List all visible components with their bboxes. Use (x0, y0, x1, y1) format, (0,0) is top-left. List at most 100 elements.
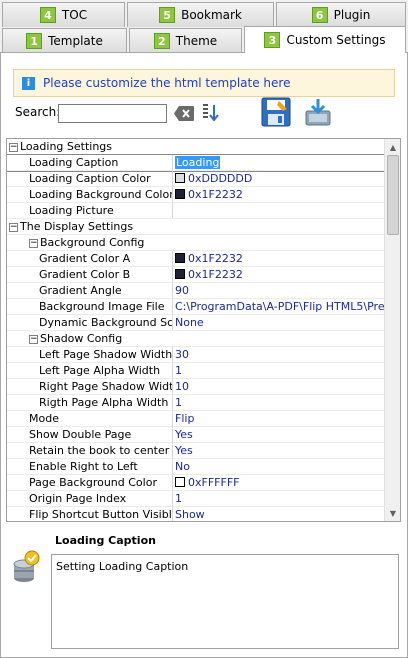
search-input[interactable] (58, 104, 167, 123)
collapse-icon[interactable]: − (29, 334, 38, 344)
property-category-row[interactable]: − Background Config (7, 235, 385, 251)
property-value-text: Show (175, 508, 205, 521)
property-value[interactable]: 0xDDDDDD (173, 171, 385, 187)
notice-text: Please customize the html template here (43, 76, 291, 90)
property-row[interactable]: Enable Right to Left No (7, 459, 385, 475)
property-name: − The Display Settings (7, 219, 385, 235)
property-value[interactable]: No (173, 459, 385, 475)
property-row[interactable]: Gradient Color A 0x1F2232 (7, 251, 385, 267)
property-row[interactable]: Gradient Color B 0x1F2232 (7, 267, 385, 283)
property-value[interactable]: Loading (173, 155, 385, 171)
property-row[interactable]: Mode Flip (7, 411, 385, 427)
property-name: Mode (7, 411, 173, 427)
color-swatch[interactable] (175, 173, 185, 183)
property-category-row[interactable]: − Shadow Config (7, 331, 385, 347)
color-swatch[interactable] (175, 189, 185, 199)
property-row[interactable]: Origin Page Index 1 (7, 491, 385, 507)
info-icon: i (22, 76, 35, 90)
sort-button[interactable] (201, 102, 221, 124)
property-row[interactable]: Show Double Page Yes (7, 427, 385, 443)
tab-bookmark[interactable]: 5 Bookmark (127, 2, 274, 27)
property-row[interactable]: Dynamic Background SceneNone (7, 315, 385, 331)
property-value[interactable]: C:\ProgramData\A-PDF\Flip HTML5\Previ... (173, 299, 385, 315)
property-value[interactable]: Yes (173, 443, 385, 459)
property-row[interactable]: Page Background Color 0xFFFFFF (7, 475, 385, 491)
property-row[interactable]: Loading Caption Color 0xDDDDDD (7, 171, 385, 187)
property-value-text: None (175, 316, 204, 329)
property-value[interactable]: 10 (173, 379, 385, 395)
property-label: Loading Background Color (29, 188, 173, 201)
property-name: Flip Shortcut Button Visible (7, 507, 173, 521)
property-row[interactable]: Rigth Page Alpha Width 1 (7, 395, 385, 411)
color-swatch[interactable] (175, 253, 185, 263)
sort-icon (203, 104, 219, 122)
property-value[interactable]: Show (173, 507, 385, 521)
property-label: Dynamic Background Scene (39, 316, 173, 329)
tab-template[interactable]: 1 Template (2, 28, 127, 53)
color-swatch[interactable] (175, 269, 185, 279)
property-label: Loading Caption Color (29, 172, 151, 185)
property-row[interactable]: Loading Picture (7, 203, 385, 219)
clear-search-button[interactable] (173, 105, 195, 122)
property-value[interactable]: 0x1F2232 (173, 267, 385, 283)
tab-label: Bookmark (181, 8, 242, 22)
property-name: Background Image File (7, 299, 173, 315)
property-value[interactable]: 0xFFFFFF (173, 475, 385, 491)
property-name: − Shadow Config (7, 331, 385, 347)
property-value[interactable]: 0x1F2232 (173, 187, 385, 203)
property-value[interactable] (173, 203, 385, 219)
property-grid[interactable]: − Loading Settings Loading Caption Loading L… (6, 138, 401, 522)
tab-number-badge: 4 (39, 7, 56, 23)
color-swatch[interactable] (175, 477, 185, 487)
property-name: Left Page Alpha Width (7, 363, 173, 379)
save-settings-button[interactable] (261, 97, 291, 127)
property-row[interactable]: Loading Background Color 0x1F2232 (7, 187, 385, 203)
collapse-icon[interactable]: − (9, 142, 18, 152)
property-value[interactable]: Flip (173, 411, 385, 427)
tab-label: Custom Settings (286, 33, 386, 47)
tab-label: Plugin (333, 8, 371, 22)
tab-label: Template (48, 34, 103, 48)
property-row[interactable]: Right Page Shadow Width 10 (7, 379, 385, 395)
property-value[interactable]: 90 (173, 283, 385, 299)
scroll-down-arrow-icon[interactable]: ▼ (385, 505, 400, 521)
tab-plugin[interactable]: 6 Plugin (276, 2, 406, 27)
collapse-icon[interactable]: − (9, 222, 18, 232)
property-value-text: 10 (175, 380, 189, 393)
property-row[interactable]: Retain the book to center Yes (7, 443, 385, 459)
scroll-thumb[interactable] (387, 155, 399, 235)
tab-number-badge: 2 (153, 33, 170, 49)
property-value-text: Flip (175, 412, 195, 425)
property-row[interactable]: Flip Shortcut Button Visible Show (7, 507, 385, 521)
tab-theme[interactable]: 2 Theme (129, 28, 242, 53)
property-name: Rigth Page Alpha Width (7, 395, 173, 411)
property-value[interactable]: 1 (173, 395, 385, 411)
property-row[interactable]: Left Page Alpha Width 1 (7, 363, 385, 379)
property-category-row[interactable]: − Loading Settings (7, 139, 385, 155)
vertical-scrollbar[interactable]: ▲ ▼ (384, 139, 400, 521)
load-icon (305, 99, 331, 126)
scroll-up-arrow-icon[interactable]: ▲ (385, 139, 400, 155)
property-value[interactable]: 0x1F2232 (173, 251, 385, 267)
tab-toc[interactable]: 4 TOC (2, 2, 125, 27)
property-row[interactable]: Loading Caption Loading (7, 154, 386, 172)
property-value[interactable]: 30 (173, 347, 385, 363)
property-value[interactable]: 1 (173, 491, 385, 507)
property-name: − Loading Settings (7, 139, 385, 155)
property-label: Loading Picture (29, 204, 114, 217)
property-value[interactable]: Yes (173, 427, 385, 443)
property-label: Right Page Shadow Width (39, 380, 173, 393)
description-title: Loading Caption (55, 534, 156, 547)
property-category-row[interactable]: − The Display Settings (7, 219, 385, 235)
property-row[interactable]: Left Page Shadow Width 30 (7, 347, 385, 363)
property-row[interactable]: Background Image File C:\ProgramData\A-PD… (7, 299, 385, 315)
tab-custom-settings[interactable]: 3 Custom Settings (244, 26, 406, 53)
property-row[interactable]: Gradient Angle 90 (7, 283, 385, 299)
property-value[interactable]: None (173, 315, 385, 331)
property-value-text: Yes (175, 444, 193, 457)
tab-bar: 4 TOC 5 Bookmark 6 Plugin 1 Template 2 T… (0, 0, 408, 54)
tab-number-badge: 1 (26, 33, 43, 49)
load-settings-button[interactable] (303, 97, 333, 127)
property-value[interactable]: 1 (173, 363, 385, 379)
collapse-icon[interactable]: − (29, 238, 38, 248)
